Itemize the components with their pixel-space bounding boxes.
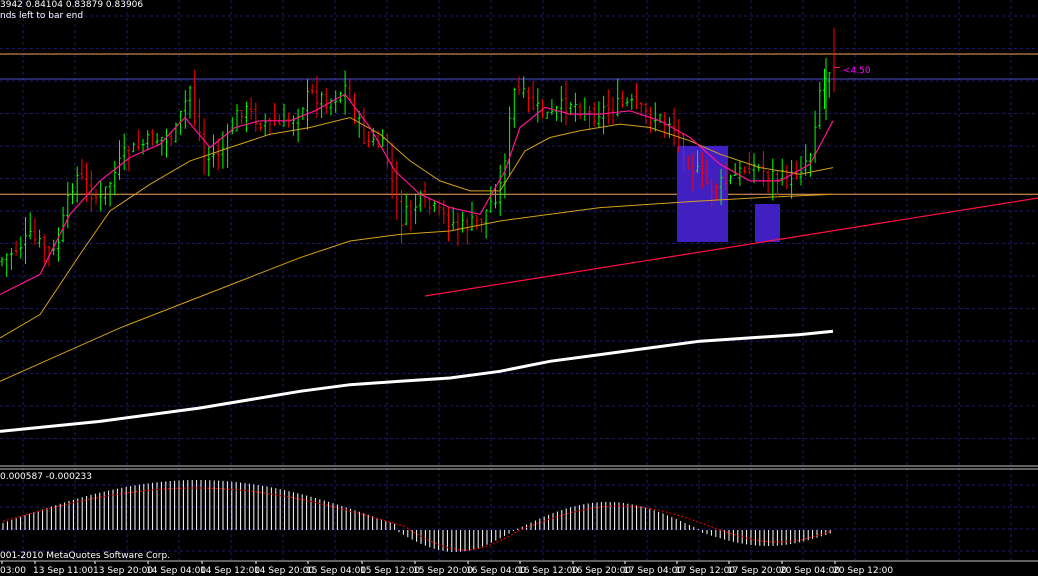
x-tick-label: 15 Sep 20:00 bbox=[413, 566, 473, 576]
copyright-text: 001-2010 MetaQuotes Software Corp. bbox=[0, 551, 171, 561]
price-chart[interactable]: 03:00 13 Sep 11:00 13 Sep 20:0014 Sep 04:0… bbox=[0, 0, 1038, 576]
x-tick-label: 17 Sep 20:00 bbox=[727, 566, 787, 576]
x-tick-label: 03:00 bbox=[0, 566, 26, 576]
x-tick-label: 13 Sep 11:00 bbox=[33, 566, 93, 576]
x-tick-label: 14 Sep 04:00 bbox=[146, 566, 206, 576]
x-tick-label: 13 Sep 20:00 bbox=[93, 566, 153, 576]
x-tick-label: 20 Sep 12:00 bbox=[833, 566, 893, 576]
chart-header-ohlc: 3942 0.84104 0.83879 0.83906 bbox=[0, 0, 144, 10]
x-tick-label: 15 Sep 12:00 bbox=[360, 566, 420, 576]
x-tick-label: 15 Sep 04:00 bbox=[306, 566, 366, 576]
zone-rectangle bbox=[755, 204, 780, 242]
x-tick-label: 14 Sep 12:00 bbox=[200, 566, 260, 576]
x-tick-label: 20 Sep 04:00 bbox=[780, 566, 840, 576]
price-annotation: <4.50 bbox=[843, 66, 871, 76]
ma-200-line bbox=[0, 329, 834, 433]
oscillator-header: 0.000587 -0.000233 bbox=[0, 472, 92, 482]
trendline bbox=[424, 197, 1038, 297]
chart-header-timer: nds left to bar end bbox=[0, 11, 84, 21]
x-tick-label: 16 Sep 12:00 bbox=[518, 566, 578, 576]
